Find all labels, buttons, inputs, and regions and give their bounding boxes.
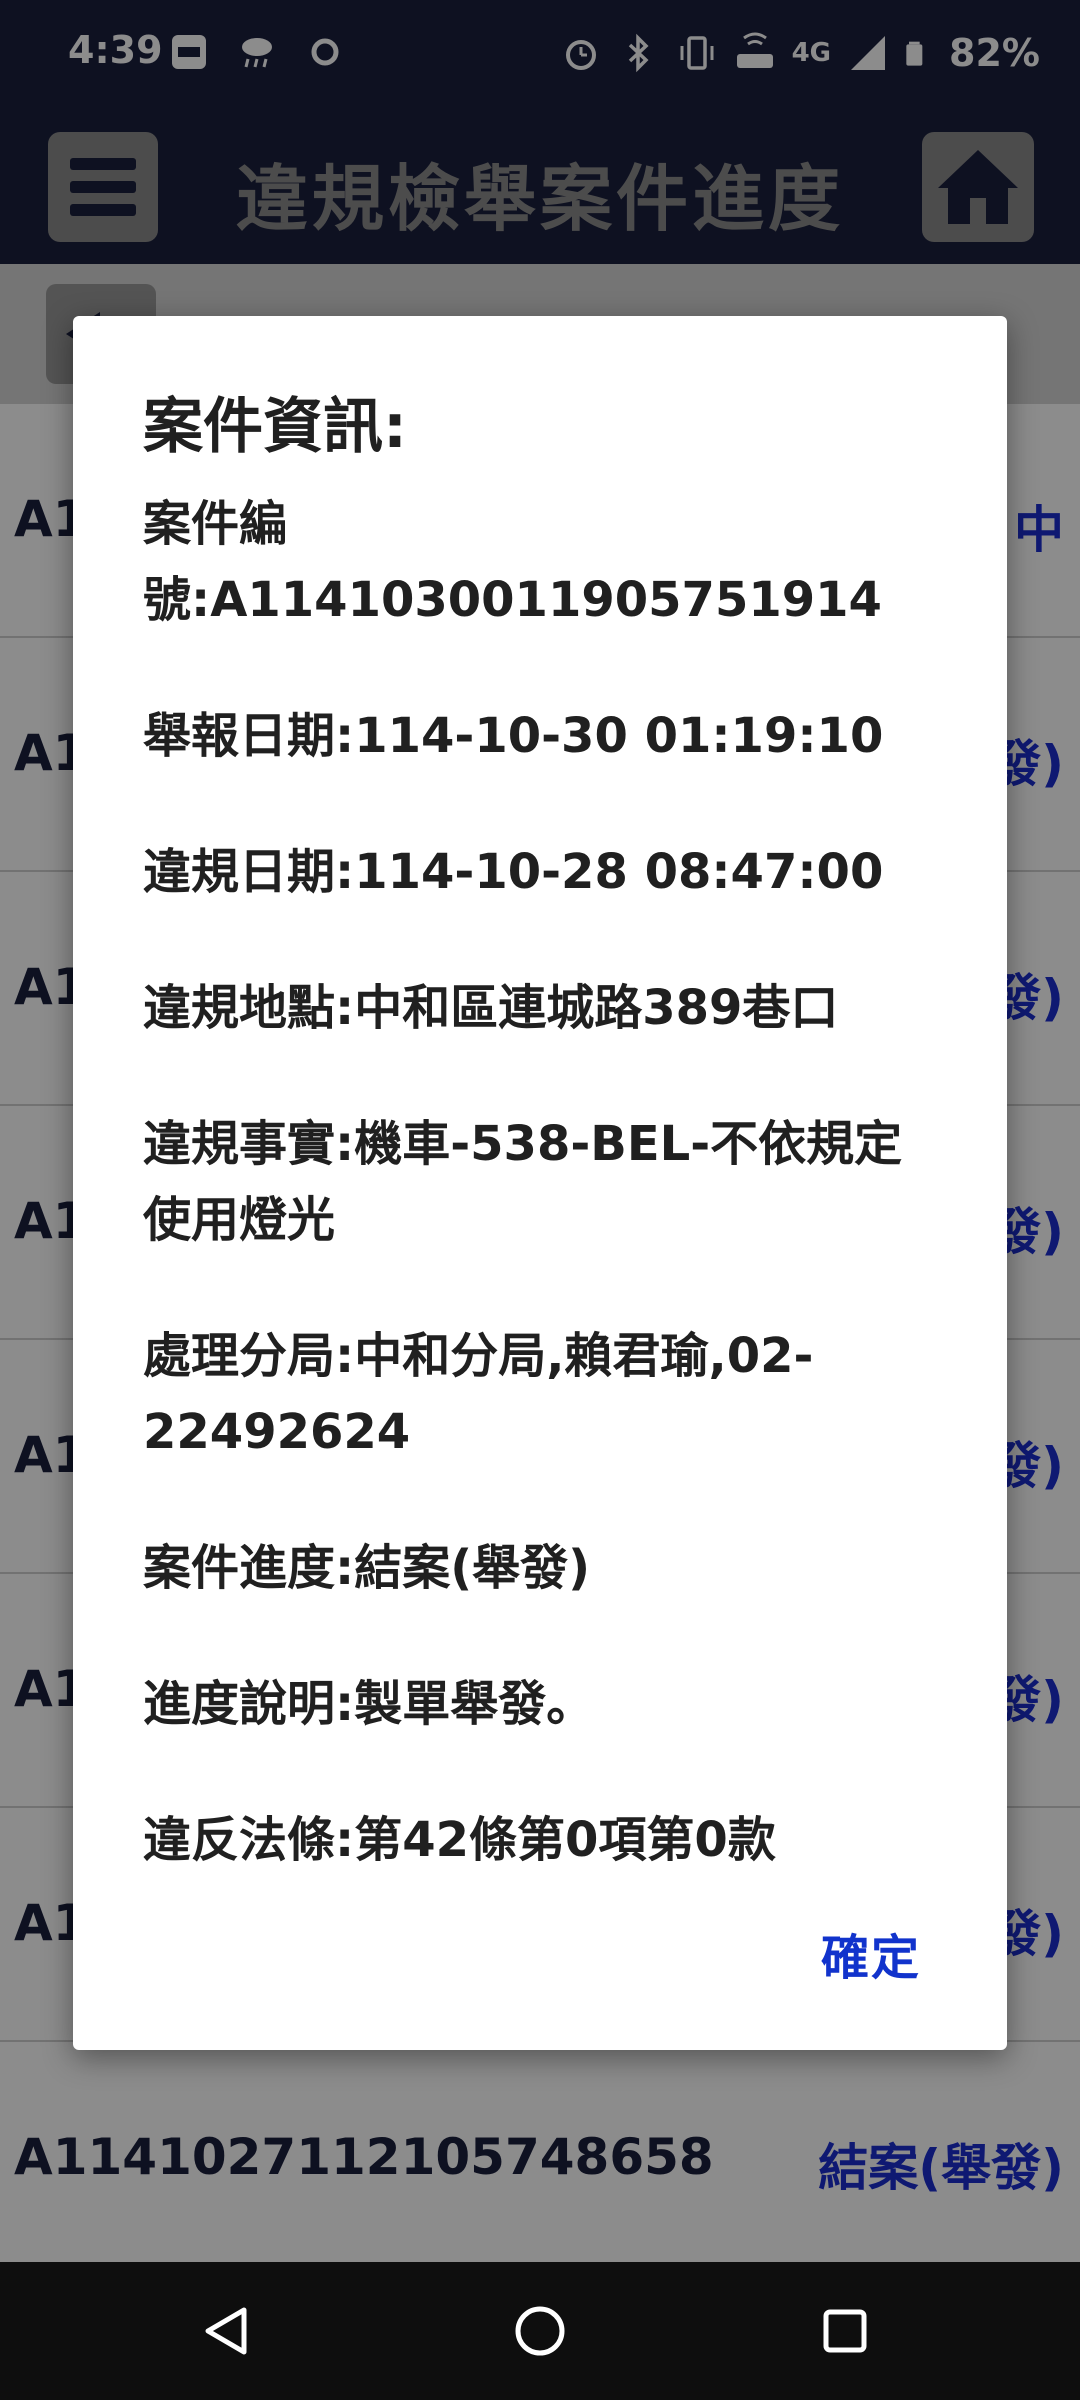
field-value: A114103001190575191​4 bbox=[210, 572, 882, 628]
field-value: 中和區連城路389巷口 bbox=[354, 980, 839, 1036]
screen: 4:39 4G 82% 違規檢舉案件進度 A1 中 A1 發) A1 發) A1… bbox=[0, 0, 1080, 2400]
field-case-number: 案件編號:A114103001190575191​4 bbox=[143, 496, 882, 628]
field-report-date: 舉報日期:114-10-30 01:19:10 bbox=[143, 708, 884, 764]
field-label: 案件進度 bbox=[143, 1540, 336, 1596]
field-value: 114-10-28 08:47:00 bbox=[354, 844, 884, 900]
field-label: 違規地點 bbox=[143, 980, 336, 1036]
field-label: 進度說明 bbox=[143, 1676, 336, 1732]
field-value: 114-10-30 01:19:10 bbox=[354, 708, 884, 764]
field-label: 違規日期 bbox=[143, 844, 336, 900]
field-label: 違規事實 bbox=[143, 1116, 336, 1172]
home-circle-icon[interactable] bbox=[507, 2298, 573, 2364]
field-handling-branch: 處理分局:中和分局,賴君瑜,02-22492624 bbox=[143, 1328, 814, 1460]
field-progress-note: 進度說明:製單舉發。 bbox=[143, 1676, 595, 1732]
field-violation-date: 違規日期:114-10-28 08:47:00 bbox=[143, 844, 884, 900]
case-info-dialog: 案件資訊: 案件編號:A114103001190575191​4 舉報日期:11… bbox=[73, 316, 1007, 2050]
field-value: 第42條第0項第0款 bbox=[354, 1812, 776, 1868]
field-label: 舉報日期 bbox=[143, 708, 336, 764]
dialog-title: 案件資訊: bbox=[143, 392, 407, 462]
field-violation-location: 違規地點:中和區連城路389巷口 bbox=[143, 980, 839, 1036]
recents-icon[interactable] bbox=[812, 2298, 878, 2364]
field-label: 處理分局 bbox=[143, 1328, 336, 1384]
field-label: 違反法條 bbox=[143, 1812, 336, 1868]
field-value: 製單舉發。 bbox=[354, 1676, 595, 1732]
field-violation-fact: 違規事實:機車-538-BEL-不依規定使用燈光 bbox=[143, 1116, 903, 1248]
field-case-progress: 案件進度:結案(舉發) bbox=[143, 1540, 591, 1596]
dialog-body: 案件編號:A114103001190575191​4 舉報日期:114-10-3… bbox=[143, 486, 937, 1938]
nav-bar bbox=[0, 2262, 1080, 2400]
field-law-article: 違反法條:第42條第0項第0款 bbox=[143, 1812, 776, 1868]
confirm-button[interactable]: 確定 bbox=[815, 1914, 927, 1992]
back-icon[interactable] bbox=[194, 2298, 260, 2364]
field-value: 結案(舉發) bbox=[354, 1540, 591, 1596]
